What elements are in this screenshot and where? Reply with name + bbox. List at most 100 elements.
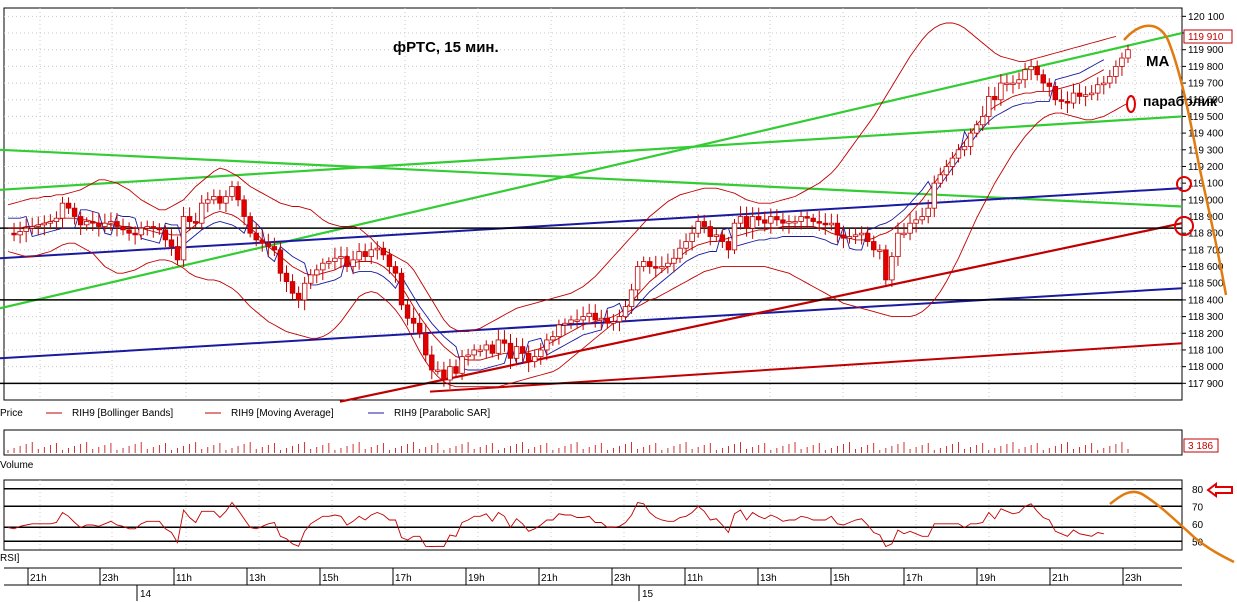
volume-panel — [3, 429, 1183, 456]
candle-body — [610, 321, 617, 324]
candle-body — [471, 349, 477, 356]
candle-body — [459, 356, 465, 374]
candle-body — [53, 217, 60, 222]
candle-body — [967, 132, 974, 147]
candle-body — [1016, 79, 1022, 84]
candle-body — [314, 269, 320, 276]
candle-body — [380, 247, 387, 256]
candle-body — [737, 216, 744, 224]
candle-body — [217, 196, 223, 204]
hour-tick-label: 13h — [249, 573, 266, 584]
hour-tick-label: 23h — [102, 573, 119, 584]
candle-body — [489, 344, 496, 354]
candle-body — [447, 366, 453, 381]
candle-body — [713, 234, 720, 237]
ma-annotation: MA — [1146, 53, 1169, 70]
hour-tick-label: 15h — [322, 573, 339, 584]
candle-body — [126, 229, 132, 234]
candle-body — [598, 317, 604, 321]
candle-body — [1101, 82, 1107, 86]
candle-body — [1119, 57, 1125, 67]
candle-body — [77, 216, 84, 226]
hour-tick-label: 19h — [979, 573, 996, 584]
candle-body — [114, 221, 120, 227]
hour-tick-label: 21h — [30, 573, 47, 584]
candle-body — [326, 261, 332, 264]
candle-body — [901, 232, 907, 236]
candle-body — [671, 257, 677, 264]
candle-body — [368, 249, 374, 257]
day-tick-label: 14 — [140, 589, 152, 600]
candle-body — [344, 256, 350, 267]
candle-body — [84, 221, 90, 226]
candle-body — [980, 116, 986, 126]
candle-body — [423, 332, 429, 356]
candle-body — [925, 207, 931, 217]
candle-body — [792, 221, 798, 224]
candle-body — [374, 247, 380, 251]
candle-body — [277, 249, 284, 274]
candle-body — [1022, 69, 1028, 81]
candle-body — [150, 226, 156, 229]
candle-body — [17, 231, 23, 236]
candle-body — [71, 207, 78, 217]
candle-body — [156, 227, 163, 231]
candle-body — [998, 82, 1004, 101]
candle-body — [622, 306, 629, 317]
price-tick-label: 118 600 — [1188, 262, 1224, 273]
candle-body — [59, 202, 66, 219]
candle-body — [1052, 86, 1059, 101]
candle-body — [822, 222, 828, 226]
price-tick-label: 119 700 — [1188, 79, 1224, 90]
candle-body — [308, 274, 314, 284]
candle-body — [138, 227, 144, 236]
candle-body — [774, 216, 780, 221]
candle-body — [1034, 65, 1040, 76]
candle-body — [992, 96, 998, 101]
candle-body — [634, 266, 641, 291]
candle-body — [731, 222, 738, 251]
legend: Price RIH9 [Bollinger Bands] RIH9 [Movin… — [0, 408, 490, 419]
rsi-tick-label: 70 — [1192, 502, 1204, 513]
volume-panel-label: Volume — [0, 460, 34, 471]
rsi-level-arrow — [1206, 482, 1233, 498]
candle-body — [404, 304, 411, 319]
candle-body — [640, 261, 647, 267]
candle-body — [501, 339, 508, 344]
candle-body — [162, 229, 169, 241]
candle-body — [301, 282, 308, 301]
candle-body — [864, 232, 871, 242]
candle-body — [949, 157, 956, 167]
price-axis: 120 100120 000119 900119 800119 700119 6… — [1182, 12, 1225, 390]
candle-body — [1004, 82, 1010, 85]
candle-body — [653, 266, 659, 269]
candle-body — [834, 222, 841, 236]
candle-body — [23, 227, 29, 232]
hour-tick-label: 21h — [541, 573, 558, 584]
candle-body — [429, 354, 435, 371]
candle-body — [35, 224, 41, 227]
candle-body — [265, 242, 272, 247]
candle-body — [410, 317, 417, 324]
candle-body — [810, 217, 816, 222]
candle-body — [677, 247, 683, 259]
hour-tick-label: 23h — [1125, 573, 1142, 584]
candle-body — [877, 249, 883, 252]
candle-body — [41, 222, 48, 226]
candle-body — [192, 221, 199, 224]
legend-price-label: Price — [0, 408, 23, 419]
candle-body — [683, 241, 689, 249]
legend-ma-label: RIH9 [Moving Average] — [231, 408, 334, 419]
hour-tick-label: 15h — [833, 573, 850, 584]
candle-body — [241, 199, 247, 217]
candle-body — [1058, 99, 1065, 102]
rsi-tick-label: 80 — [1192, 485, 1204, 496]
hour-tick-label: 11h — [687, 573, 703, 584]
candle-body — [604, 317, 611, 324]
price-tick-label: 120 100 — [1188, 12, 1225, 23]
candle-body — [11, 232, 17, 236]
candle-body — [259, 239, 265, 244]
candle-body — [931, 182, 937, 209]
candle-body — [96, 222, 102, 227]
rsi-panel — [3, 479, 1183, 551]
